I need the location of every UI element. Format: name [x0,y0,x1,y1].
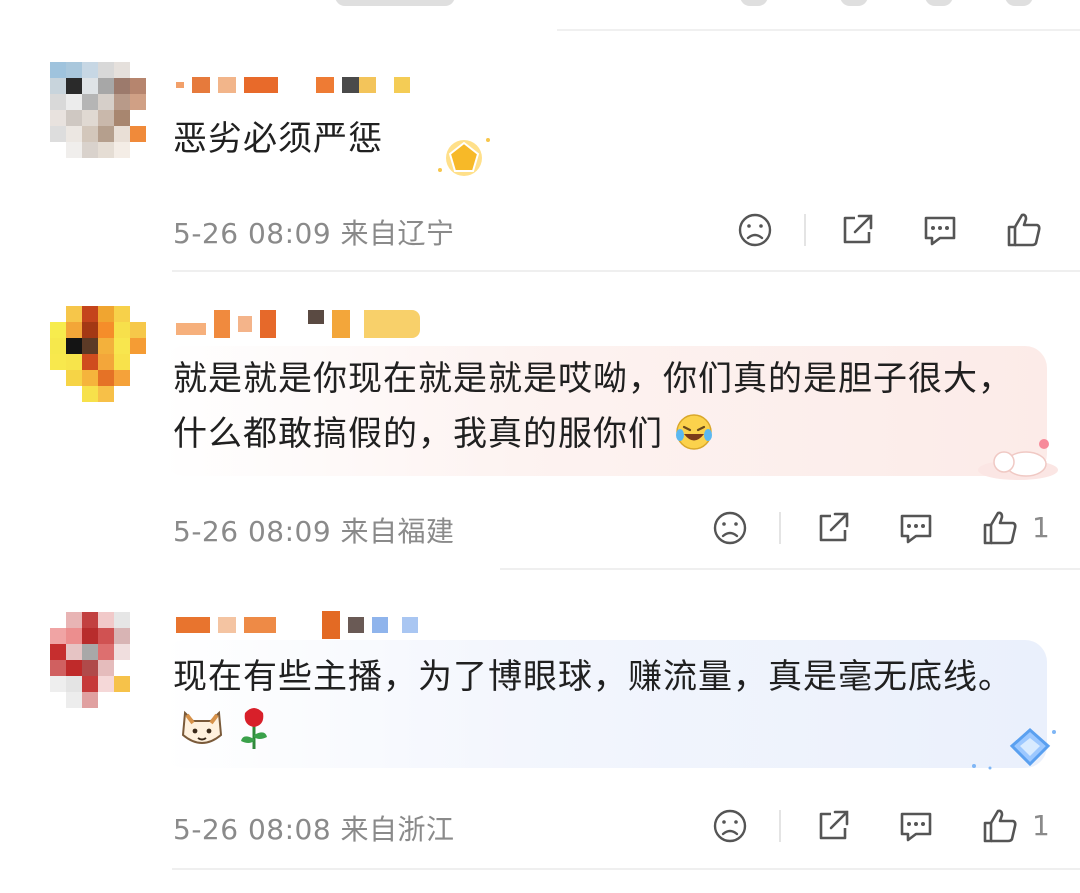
comment-item: 就是就是你现在就是就是哎呦，你们真的是胆子很大，什么都敢搞假的，我真的服你们 5… [0,276,1080,571]
avatar[interactable] [50,306,146,402]
previous-meta-fragment [335,0,455,6]
like-count: 1 [1032,809,1050,842]
divider [172,270,1080,272]
comment-text: 就是就是你现在就是就是哎呦，你们真的是胆子很大，什么都敢搞假的，我真的服你们 [173,352,1043,462]
reply-button[interactable] [896,806,936,846]
avatar[interactable] [50,62,146,158]
previous-comment-fragment [0,0,1080,31]
username-redacted[interactable] [176,610,418,640]
action-bar [0,210,1080,250]
laugh-cry-emoji-icon [675,414,712,450]
separator [779,512,781,544]
comment-item: 现在有些主播，为了博眼球，赚流量，真是毫无底线。 5-26 08:08 来自浙江 [0,572,1080,893]
separator [779,810,781,842]
username-redacted[interactable] [176,70,410,100]
avatar[interactable] [50,612,146,708]
diamond-badge-icon [972,727,1056,770]
previous-like-icon [1005,0,1033,6]
like-count: 1 [1032,511,1050,544]
reply-button[interactable] [896,508,936,548]
comment-item: 恶劣必须严惩 5-26 08:09 来自辽宁 [0,40,1080,275]
comment-text-content: 现在有些主播，为了博眼球，赚流量，真是毫无底线。 [173,657,1013,697]
action-bar: 1 [0,806,1080,846]
rose-emoji-icon [240,708,267,749]
previous-reply-icon [925,0,953,6]
divider [172,868,1080,870]
comment-text-content: 就是就是你现在就是就是哎呦，你们真的是胆子很大，什么都敢搞假的，我真的服你们 [173,359,1013,454]
share-button[interactable] [813,806,853,846]
dislike-button[interactable] [710,806,750,846]
action-bar: 1 [0,508,1080,548]
username-redacted[interactable] [176,309,420,339]
cat-face-emoji-icon [181,710,223,744]
previous-dislike-icon [740,0,768,6]
cat-sticker-icon [978,439,1058,480]
share-button[interactable] [837,210,877,250]
dislike-button[interactable] [735,210,775,250]
like-button[interactable] [1004,210,1044,250]
like-button[interactable] [980,806,1020,846]
share-button[interactable] [813,508,853,548]
divider [500,568,1080,570]
comment-text: 恶劣必须严惩 [173,119,383,159]
reply-button[interactable] [920,210,960,250]
dislike-button[interactable] [710,508,750,548]
comment-text: 现在有些主播，为了博眼球，赚流量，真是毫无底线。 [173,650,1043,762]
like-button[interactable] [980,508,1020,548]
previous-share-icon [840,0,868,6]
divider [557,29,1080,31]
separator [804,214,806,246]
fan-badge-icon [438,138,490,176]
